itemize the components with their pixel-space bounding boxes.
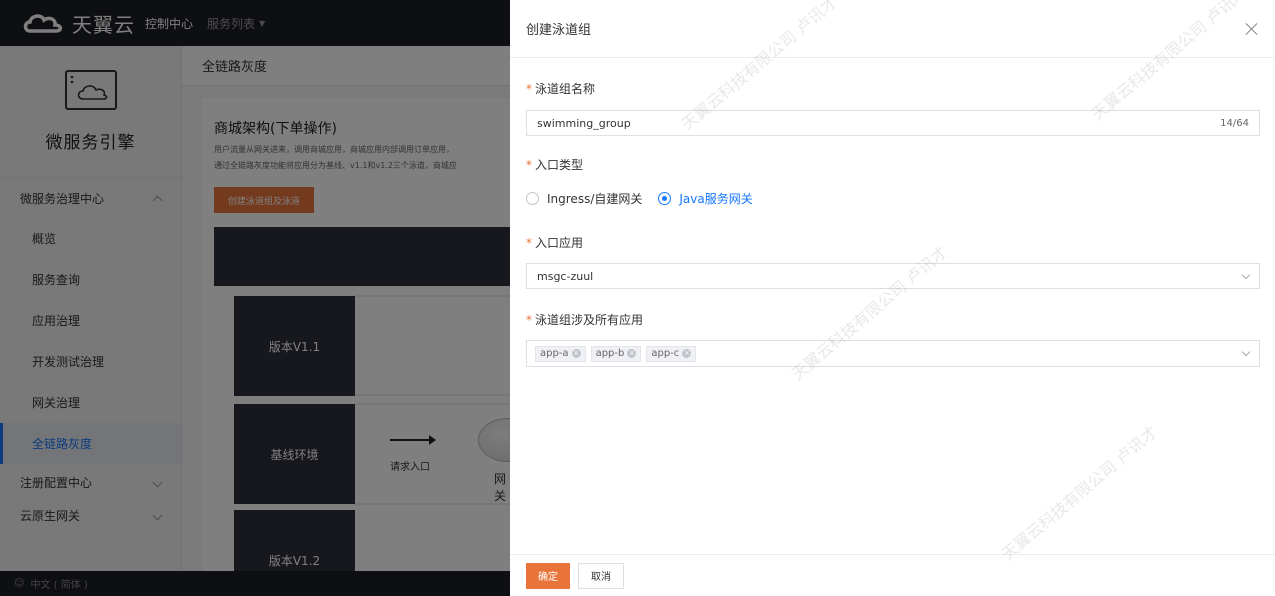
tag-label: app-c — [651, 348, 680, 359]
label-text: 入口应用 — [535, 236, 584, 250]
create-lane-group-drawer: 创建泳道组 * 泳道组名称 swimming_group 14/64 * 入口类型 … — [510, 0, 1275, 596]
lane-group-name-input[interactable]: swimming_group 14/64 — [526, 110, 1260, 136]
drawer-footer: 确定 取消 — [510, 554, 1275, 596]
tag-close-icon[interactable]: × — [571, 349, 581, 358]
tag-close-icon[interactable]: × — [627, 349, 637, 358]
label-text: 泳道组名称 — [535, 82, 596, 96]
confirm-button[interactable]: 确定 — [526, 562, 570, 589]
lane-group-name-label: * 泳道组名称 — [526, 80, 595, 97]
tag-label: app-a — [540, 348, 569, 359]
chevron-down-icon — [1241, 347, 1251, 357]
tag-close-icon[interactable]: × — [682, 349, 692, 358]
close-icon[interactable] — [1245, 22, 1259, 36]
drawer-title: 创建泳道组 — [526, 23, 592, 38]
radio-ingress[interactable]: Ingress/自建网关 — [526, 190, 642, 207]
app-tag: app-c × — [646, 345, 697, 362]
app-tag: app-a × — [535, 345, 586, 362]
cancel-button[interactable]: 取消 — [578, 562, 624, 589]
required-marker: * — [526, 236, 532, 250]
char-counter: 14/64 — [1220, 117, 1249, 129]
modal-mask[interactable] — [0, 0, 510, 596]
radio-java-gateway[interactable]: Java服务网关 — [658, 190, 753, 207]
apps-multiselect[interactable]: app-a × app-b × app-c × — [526, 340, 1260, 367]
radio-label: Java服务网关 — [679, 192, 753, 206]
label-text: 泳道组涉及所有应用 — [535, 313, 644, 327]
radio-label: Ingress/自建网关 — [547, 192, 643, 206]
required-marker: * — [526, 313, 532, 327]
entry-app-select[interactable]: msgc-zuul — [526, 263, 1260, 289]
entry-app-label: * 入口应用 — [526, 234, 583, 251]
select-value: msgc-zuul — [537, 269, 594, 283]
required-marker: * — [526, 82, 532, 96]
input-value: swimming_group — [537, 116, 631, 130]
chevron-down-icon — [1241, 270, 1251, 279]
entry-type-radio-group: Ingress/自建网关 Java服务网关 — [526, 190, 753, 207]
tag-label: app-b — [595, 348, 625, 359]
entry-type-label: * 入口类型 — [526, 156, 583, 173]
radio-circle-icon — [526, 192, 539, 205]
apps-label: * 泳道组涉及所有应用 — [526, 311, 643, 328]
required-marker: * — [526, 158, 532, 172]
drawer-header: 创建泳道组 — [510, 0, 1275, 58]
app-tag: app-b × — [590, 345, 642, 362]
label-text: 入口类型 — [535, 158, 584, 172]
radio-checked-icon — [658, 192, 672, 205]
watermark: 天翼云科技有限公司 卢讯才 — [997, 422, 1162, 564]
